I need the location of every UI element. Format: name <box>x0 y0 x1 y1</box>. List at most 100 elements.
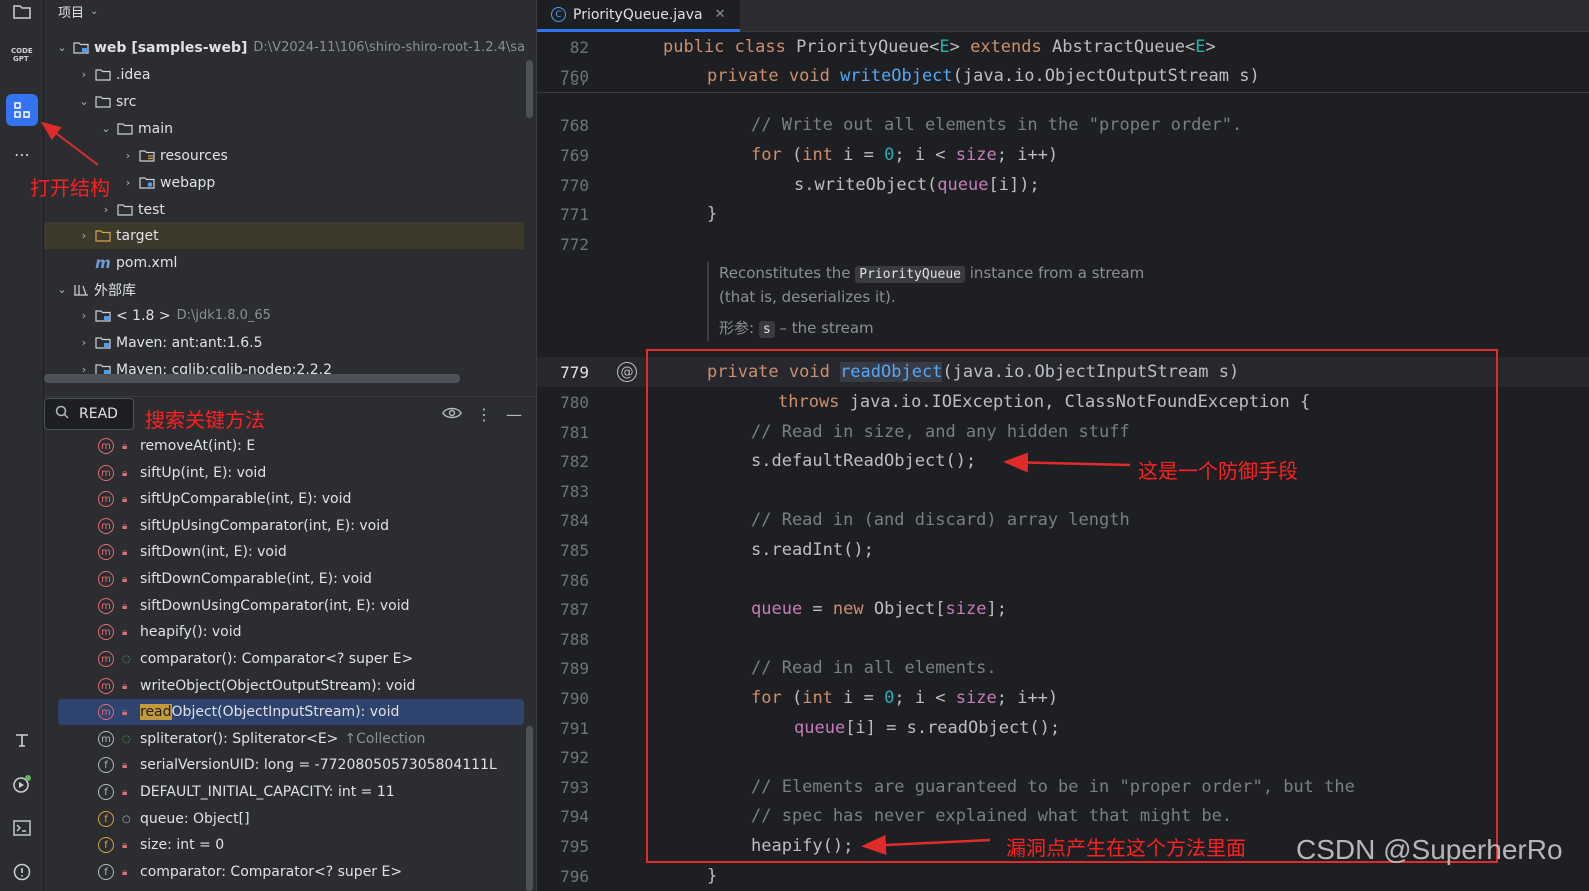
lock-icon: 🔒︎ <box>122 493 128 505</box>
structure-icon[interactable] <box>6 94 38 126</box>
tree-item-idea[interactable]: › .idea <box>44 61 524 88</box>
list-item[interactable]: f 🔒︎ size: int = 0 <box>58 832 524 858</box>
folder-icon[interactable] <box>6 0 38 28</box>
minimize-icon[interactable]: — <box>506 405 522 424</box>
tree-item-jdk[interactable]: › < 1.8 > D:\jdk1.8.0_65 <box>44 302 524 329</box>
tree-item-external-libs[interactable]: ⌄ 外部库 <box>44 276 524 303</box>
code-line[interactable]: 770 s.writeObject(queue[i]); <box>537 170 1589 200</box>
folder-icon <box>116 122 134 136</box>
terminal-icon[interactable] <box>6 812 38 844</box>
code-line[interactable]: 768 // Write out all elements in the "pro… <box>537 110 1589 140</box>
line-number: 781 <box>560 422 589 442</box>
code-line[interactable]: 769 for (int i = 0; i < size; i++) <box>537 140 1589 170</box>
annotation-search-method: 搜索关键方法 <box>145 408 265 432</box>
chevron-down-icon[interactable]: ⌄ <box>54 283 70 296</box>
annotation-defense: 这是一个防御手段 <box>1138 459 1298 483</box>
tree-item-main[interactable]: ⌄ main <box>44 115 524 142</box>
chevron-right-icon[interactable]: › <box>120 176 136 189</box>
tree-item-label: resources <box>160 147 228 164</box>
chevron-right-icon[interactable]: › <box>76 68 92 81</box>
code-line[interactable]: 771} <box>537 199 1589 229</box>
module-folder-icon <box>72 41 90 55</box>
tree-item-resources[interactable]: › resources <box>44 142 524 169</box>
lock-icon: 🔒︎ <box>122 839 128 851</box>
list-item[interactable]: f 🔒︎ serialVersionUID: long = -77208050573… <box>58 752 524 778</box>
close-icon[interactable]: ✕ <box>715 7 726 22</box>
code-text: public class PriorityQueue<E> extends Ab… <box>663 37 1216 57</box>
member-label: comparator: Comparator<? super E> <box>140 864 403 880</box>
chevron-down-icon[interactable]: ⌄ <box>90 6 98 17</box>
tree-item-label: main <box>138 120 173 137</box>
list-item-selected[interactable]: m 🔒︎ read Object(ObjectInputStream): void <box>58 699 524 725</box>
tree-item-web[interactable]: ⌄ web [samples-web] D:\V2024-11\106\shir… <box>44 34 524 61</box>
tree-item-src[interactable]: ⌄ src <box>44 88 524 115</box>
folder-icon <box>94 95 112 109</box>
list-item[interactable]: m 🔒︎ siftUpComparable(int, E): void <box>58 486 524 512</box>
chevron-right-icon[interactable]: › <box>76 309 92 322</box>
services-icon[interactable] <box>6 768 38 800</box>
list-item[interactable]: m 🔒︎ siftDown(int, E): void <box>58 539 524 565</box>
tree-item-label: src <box>116 93 137 110</box>
tree-scrollbar-vertical[interactable] <box>526 60 533 118</box>
tree-item-label: webapp <box>160 174 216 191</box>
chevron-right-icon[interactable]: › <box>76 229 92 242</box>
chevron-down-icon[interactable]: ⌄ <box>54 41 70 54</box>
line-number: 793 <box>560 777 589 797</box>
list-item[interactable]: m 🔒︎ siftDownComparable(int, E): void <box>58 566 524 592</box>
tree-item-webapp[interactable]: › webapp <box>44 169 524 196</box>
chevron-down-icon[interactable]: ⌄ <box>76 95 92 108</box>
list-item[interactable]: f 🔒︎ DEFAULT_INITIAL_CAPACITY: int = 11 <box>58 779 524 805</box>
chevron-right-icon[interactable]: › <box>120 149 136 162</box>
method-icon: m <box>98 651 114 667</box>
line-number: 780 <box>560 392 589 412</box>
tree-item-path: D:\V2024-11\106\shiro-shiro-root-1.2.4\s… <box>253 40 524 55</box>
structure-scrollbar[interactable] <box>526 726 533 891</box>
line-number: 784 <box>560 510 589 530</box>
build-icon[interactable] <box>6 724 38 756</box>
code-line[interactable]: 772 <box>537 229 1589 259</box>
annotation-open-structure: 打开结构 <box>30 176 110 200</box>
code-text: } <box>707 866 718 886</box>
list-item[interactable]: m ◌ comparator(): Comparator<? super E> <box>58 646 524 672</box>
line-number: 783 <box>560 481 589 501</box>
chevron-right-icon[interactable]: › <box>76 336 92 349</box>
tree-item-maven-ant[interactable]: › Maven: ant:ant:1.6.5 <box>44 329 524 356</box>
sticky-line[interactable]: 82 public class PriorityQueue<E> extends… <box>537 32 1589 62</box>
tree-scrollbar-horizontal[interactable] <box>44 374 460 383</box>
list-item[interactable]: m 🔒︎ removeAt(int): E <box>58 433 524 459</box>
project-panel-header[interactable]: 项目 ⌄ <box>44 0 536 22</box>
eye-icon[interactable] <box>442 405 462 424</box>
tab-priority-queue[interactable]: C PriorityQueue.java ✕ <box>537 0 740 32</box>
line-number: 770 <box>560 175 589 195</box>
kebab-menu-icon[interactable]: ⋮ <box>476 405 492 424</box>
chevron-down-icon[interactable]: ⌄ <box>98 122 114 135</box>
list-item[interactable]: f ○ queue: Object[] <box>58 806 524 832</box>
tree-item-target[interactable]: › target <box>44 222 524 249</box>
list-item[interactable]: f 🔒︎ comparator: Comparator<? super E> <box>58 859 524 885</box>
structure-tools: ⋮ — <box>442 398 522 430</box>
member-inherited-from: ↑Collection <box>344 731 426 747</box>
member-label: siftUp(int, E): void <box>140 465 267 481</box>
problems-icon[interactable] <box>6 856 38 888</box>
structure-search-input[interactable]: READ <box>44 398 134 430</box>
list-item[interactable]: m 🔒︎ siftUpUsingComparator(int, E): void <box>58 513 524 539</box>
more-icon[interactable]: ⋯ <box>6 138 38 170</box>
field-icon: f <box>98 811 114 827</box>
jdk-folder-icon <box>94 309 112 323</box>
tree-item-test[interactable]: › test <box>44 196 524 223</box>
list-item[interactable]: m 🔒︎ siftUp(int, E): void <box>58 460 524 486</box>
package-private-icon: ○ <box>122 813 131 825</box>
tree-item-label: target <box>116 227 159 244</box>
member-label: queue: Object[] <box>140 811 250 827</box>
tree-item-pom[interactable]: m pom.xml <box>44 249 524 276</box>
method-icon: m <box>98 624 114 640</box>
svg-text:CODE: CODE <box>11 47 33 55</box>
list-item[interactable]: m 🔒︎ siftDownUsingComparator(int, E): void <box>58 593 524 619</box>
line-number: 786 <box>560 570 589 590</box>
list-item[interactable]: m 🔒︎ writeObject(ObjectOutputStream): void <box>58 673 524 699</box>
code-line[interactable]: 767 <box>537 82 1589 96</box>
list-item[interactable]: m ◌ spliterator(): Spliterator<E> ↑Collecti… <box>58 726 524 752</box>
chevron-right-icon[interactable]: › <box>98 203 114 216</box>
list-item[interactable]: m 🔒︎ heapify(): void <box>58 619 524 645</box>
code-gpt-icon[interactable]: CODE GPT <box>6 38 38 70</box>
